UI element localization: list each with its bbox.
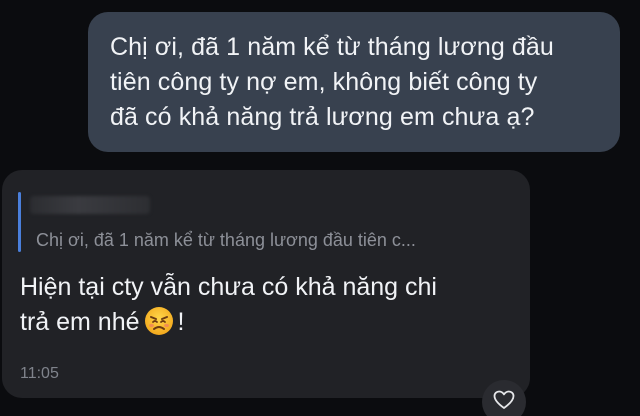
incoming-message-line: trả em nhé ! bbox=[20, 305, 520, 340]
reply-quote-author-redacted bbox=[30, 196, 150, 214]
outgoing-message-line: đã có khả năng trả lương em chưa ạ? bbox=[110, 103, 535, 131]
outgoing-message-line: tiên công ty nợ em, không biết công ty bbox=[110, 68, 538, 96]
message-timestamp: 11:05 bbox=[20, 365, 59, 382]
chat-screen: Chị ơi, đã 1 năm kể từ tháng lương đầu t… bbox=[0, 0, 640, 416]
incoming-message-line-end: ! bbox=[177, 308, 185, 336]
outgoing-message-line: Chị ơi, đã 1 năm kể từ tháng lương đầu bbox=[110, 33, 554, 61]
heart-icon bbox=[493, 390, 515, 415]
react-heart-button[interactable] bbox=[482, 380, 526, 416]
incoming-message-line: Hiện tại cty vẫn chưa có khả năng chi bbox=[20, 273, 437, 301]
reply-quote[interactable]: Chị ơi, đã 1 năm kể từ tháng lương đầu t… bbox=[18, 192, 518, 252]
incoming-message-line-text: trả em nhé bbox=[20, 308, 140, 336]
incoming-message-bubble[interactable]: Chị ơi, đã 1 năm kể từ tháng lương đầu t… bbox=[2, 170, 530, 398]
reply-quote-text: Chị ơi, đã 1 năm kể từ tháng lương đầu t… bbox=[36, 230, 416, 250]
sad-face-emoji-icon bbox=[144, 306, 174, 336]
outgoing-message-bubble[interactable]: Chị ơi, đã 1 năm kể từ tháng lương đầu t… bbox=[88, 12, 620, 152]
outgoing-message-text: Chị ơi, đã 1 năm kể từ tháng lương đầu t… bbox=[110, 30, 600, 135]
incoming-message-text: Hiện tại cty vẫn chưa có khả năng chi tr… bbox=[20, 270, 520, 340]
reply-quote-accent-bar bbox=[18, 192, 21, 252]
